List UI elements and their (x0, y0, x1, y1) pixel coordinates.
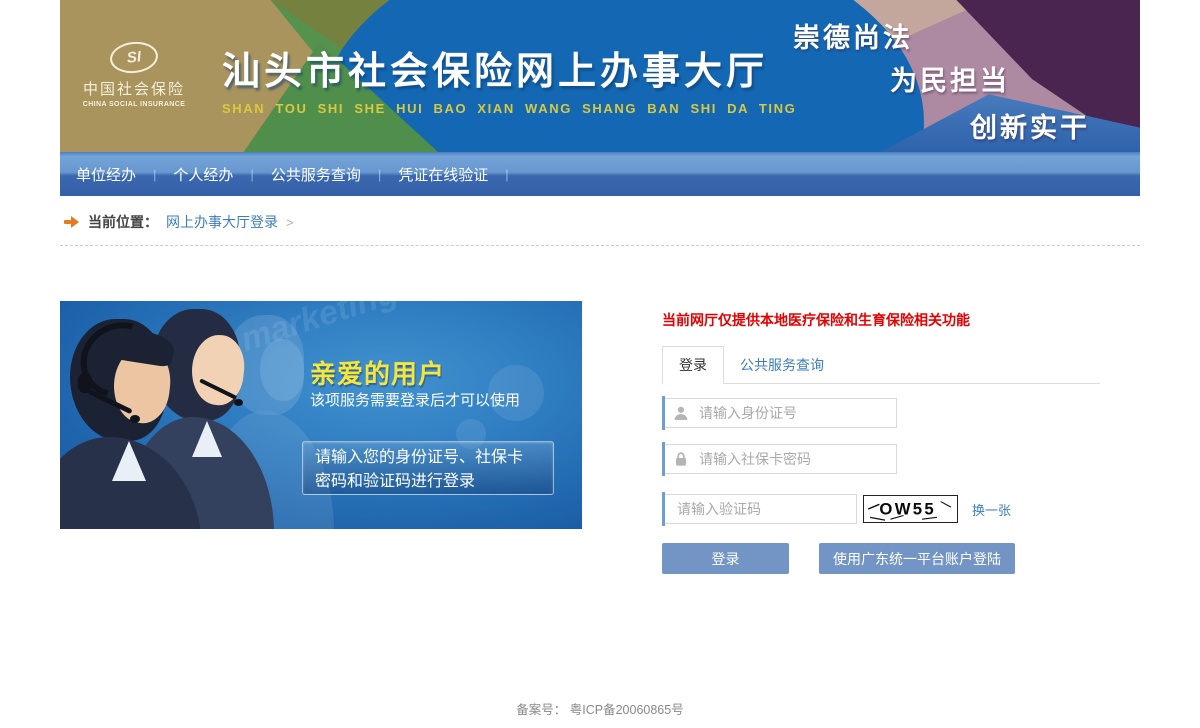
nav-divider: | (153, 167, 156, 182)
field-accent-bar (662, 492, 665, 526)
button-row: 登录 使用广东统一平台账户登陆 (662, 543, 1100, 574)
nav-divider: | (378, 167, 381, 182)
captcha-row: OW55 换一张 (662, 494, 1100, 524)
site-title-pinyin: SHAN TOU SHI SHE HUI BAO XIAN WANG SHANG… (222, 101, 796, 116)
id-number-input[interactable] (662, 398, 897, 428)
breadcrumb-current-link[interactable]: 网上办事大厅登录 (166, 212, 278, 232)
site-title-block: 汕头市社会保险网上办事大厅 SHAN TOU SHI SHE HUI BAO X… (222, 40, 796, 116)
logo-name-cn: 中国社会保险 (68, 78, 200, 99)
lock-icon (673, 451, 689, 467)
id-field-wrapper (662, 398, 897, 428)
field-accent-bar (662, 396, 665, 430)
china-social-insurance-logo: SI 中国社会保险 CHINA SOCIAL INSURANCE (68, 0, 200, 152)
slogan-3: 创新实干 (970, 106, 1090, 145)
header-banner: SI 中国社会保险 CHINA SOCIAL INSURANCE 汕头市社会保险… (60, 0, 1140, 152)
guangdong-platform-login-button[interactable]: 使用广东统一平台账户登陆 (819, 543, 1015, 574)
captcha-code-text: OW55 (879, 500, 936, 519)
login-panel: 当前网厅仅提供本地医疗保险和生育保险相关功能 登录 公共服务查询 (662, 301, 1100, 574)
tab-public-query[interactable]: 公共服务查询 (740, 347, 824, 384)
promo-note-box: 请输入您的身份证号、社保卡 密码和验证码进行登录 (302, 441, 554, 495)
promo-note-line1: 请输入您的身份证号、社保卡 (315, 446, 541, 470)
captcha-refresh-link[interactable]: 换一张 (972, 500, 1011, 519)
promo-note-line2: 密码和验证码进行登录 (315, 470, 541, 494)
breadcrumb-chevron: > (286, 215, 294, 230)
field-accent-bar (662, 442, 665, 476)
slogan-1: 崇德尚法 (793, 16, 913, 55)
nav-item-unit[interactable]: 单位经办 (76, 164, 136, 185)
warning-text: 当前网厅仅提供本地医疗保险和生育保险相关功能 (662, 310, 1100, 330)
main-nav: 单位经办 | 个人经办 | 公共服务查询 | 凭证在线验证 | (60, 152, 1140, 196)
promo-title: 亲爱的用户 (310, 354, 445, 391)
login-button[interactable]: 登录 (662, 543, 789, 574)
promo-subtitle: 该项服务需要登录后才可以使用 (310, 389, 520, 410)
captcha-input[interactable] (662, 494, 857, 524)
logo-name-en: CHINA SOCIAL INSURANCE (68, 101, 200, 108)
site-title: 汕头市社会保险网上办事大厅 (222, 40, 796, 95)
page: SI 中国社会保险 CHINA SOCIAL INSURANCE 汕头市社会保险… (0, 0, 1200, 728)
tab-login[interactable]: 登录 (662, 346, 724, 384)
captcha-field-wrapper (662, 494, 857, 524)
nav-divider: | (505, 167, 508, 182)
footer-record-number: 备案号： 粤ICP备20060865号 (60, 699, 1140, 718)
main-content: marketing (60, 301, 1140, 574)
password-field-wrapper (662, 444, 897, 474)
slogan-2: 为民担当 (890, 59, 1010, 98)
nav-item-personal[interactable]: 个人经办 (173, 164, 233, 185)
nav-divider: | (250, 167, 253, 182)
si-logo-icon: SI (109, 40, 160, 76)
breadcrumb-label: 当前位置： (88, 212, 158, 232)
nav-item-public-query[interactable]: 公共服务查询 (271, 164, 361, 185)
nav-item-cert-verify[interactable]: 凭证在线验证 (398, 164, 488, 185)
user-icon (673, 405, 689, 421)
captcha-image[interactable]: OW55 (863, 495, 958, 523)
password-input[interactable] (662, 444, 897, 474)
promo-image: marketing (60, 301, 582, 529)
orange-arrow-icon (64, 216, 80, 228)
breadcrumb: 当前位置： 网上办事大厅登录 > (60, 196, 1140, 246)
tab-bar: 登录 公共服务查询 (662, 347, 1100, 384)
